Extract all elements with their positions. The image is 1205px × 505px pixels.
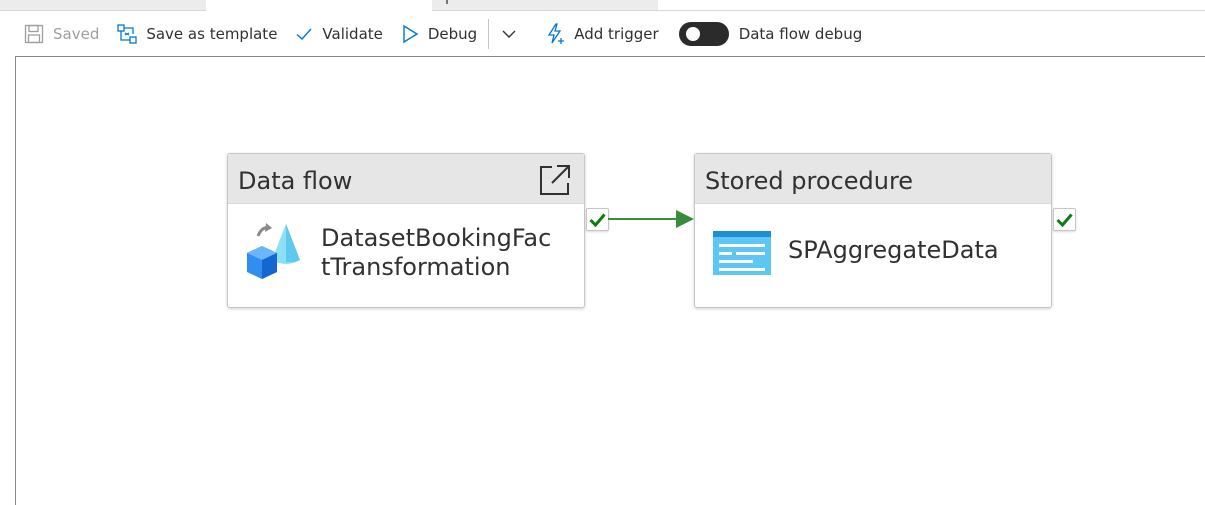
success-connector-arrow[interactable] xyxy=(608,209,698,229)
tab-previous[interactable] xyxy=(0,0,206,11)
add-trigger-label: Add trigger xyxy=(574,25,659,43)
toggle-knob xyxy=(685,27,700,41)
chevron-down-icon xyxy=(502,30,516,38)
debug-button[interactable]: Debug xyxy=(392,18,486,50)
tab-strip xyxy=(0,0,1205,11)
save-as-template-button[interactable]: Save as template xyxy=(108,18,286,50)
pipeline-toolbar: Saved Save as template Validate Debug Ad… xyxy=(15,12,1205,56)
debug-label: Debug xyxy=(427,25,478,43)
pipeline-canvas[interactable]: Data flow DatasetBookingFac tTransformat… xyxy=(15,56,1205,505)
template-icon xyxy=(117,24,137,44)
activity-type-label: Data flow xyxy=(238,167,353,195)
activity-stored-procedure[interactable]: Stored procedure SPAggregateData xyxy=(694,153,1052,308)
saved-button[interactable]: Saved xyxy=(15,18,108,50)
activity-body: DatasetBookingFac tTransformation xyxy=(228,204,584,307)
tab-next[interactable] xyxy=(432,0,658,11)
success-output-handle[interactable] xyxy=(586,208,609,231)
activity-type-label: Stored procedure xyxy=(705,167,914,195)
success-output-handle[interactable] xyxy=(1053,208,1076,231)
play-icon xyxy=(403,24,419,44)
validate-label: Validate xyxy=(322,25,383,43)
checkmark-icon xyxy=(1056,213,1073,228)
activity-name: DatasetBookingFac tTransformation xyxy=(321,224,551,282)
checkmark-icon xyxy=(589,213,606,228)
save-icon xyxy=(24,24,44,44)
toolbar-divider xyxy=(488,19,490,49)
stored-procedure-icon xyxy=(713,231,771,275)
activity-data-flow[interactable]: Data flow DatasetBookingFac tTransformat… xyxy=(227,153,585,308)
activity-header: Data flow xyxy=(228,154,584,204)
save-as-template-label: Save as template xyxy=(146,25,278,43)
saved-label: Saved xyxy=(53,25,100,43)
activity-name-line-1: DatasetBookingFac xyxy=(321,224,552,252)
tab-active[interactable] xyxy=(206,0,432,11)
add-trigger-button[interactable]: Add trigger xyxy=(536,18,667,50)
activity-name-line-2: tTransformation xyxy=(321,253,511,281)
activity-header: Stored procedure xyxy=(695,154,1051,204)
data-flow-debug-toggle[interactable] xyxy=(678,22,729,46)
lightning-icon xyxy=(548,23,565,44)
validate-button[interactable]: Validate xyxy=(286,18,391,50)
activity-body: SPAggregateData xyxy=(695,204,1051,307)
debug-options-button[interactable] xyxy=(491,18,536,50)
data-flow-icon xyxy=(247,223,300,279)
activity-name: SPAggregateData xyxy=(788,236,999,264)
tab-strip-border xyxy=(658,10,1205,11)
data-flow-debug-label: Data flow debug xyxy=(738,25,863,43)
data-flow-debug-control: Data flow debug xyxy=(668,18,872,50)
checkmark-icon xyxy=(296,28,312,40)
